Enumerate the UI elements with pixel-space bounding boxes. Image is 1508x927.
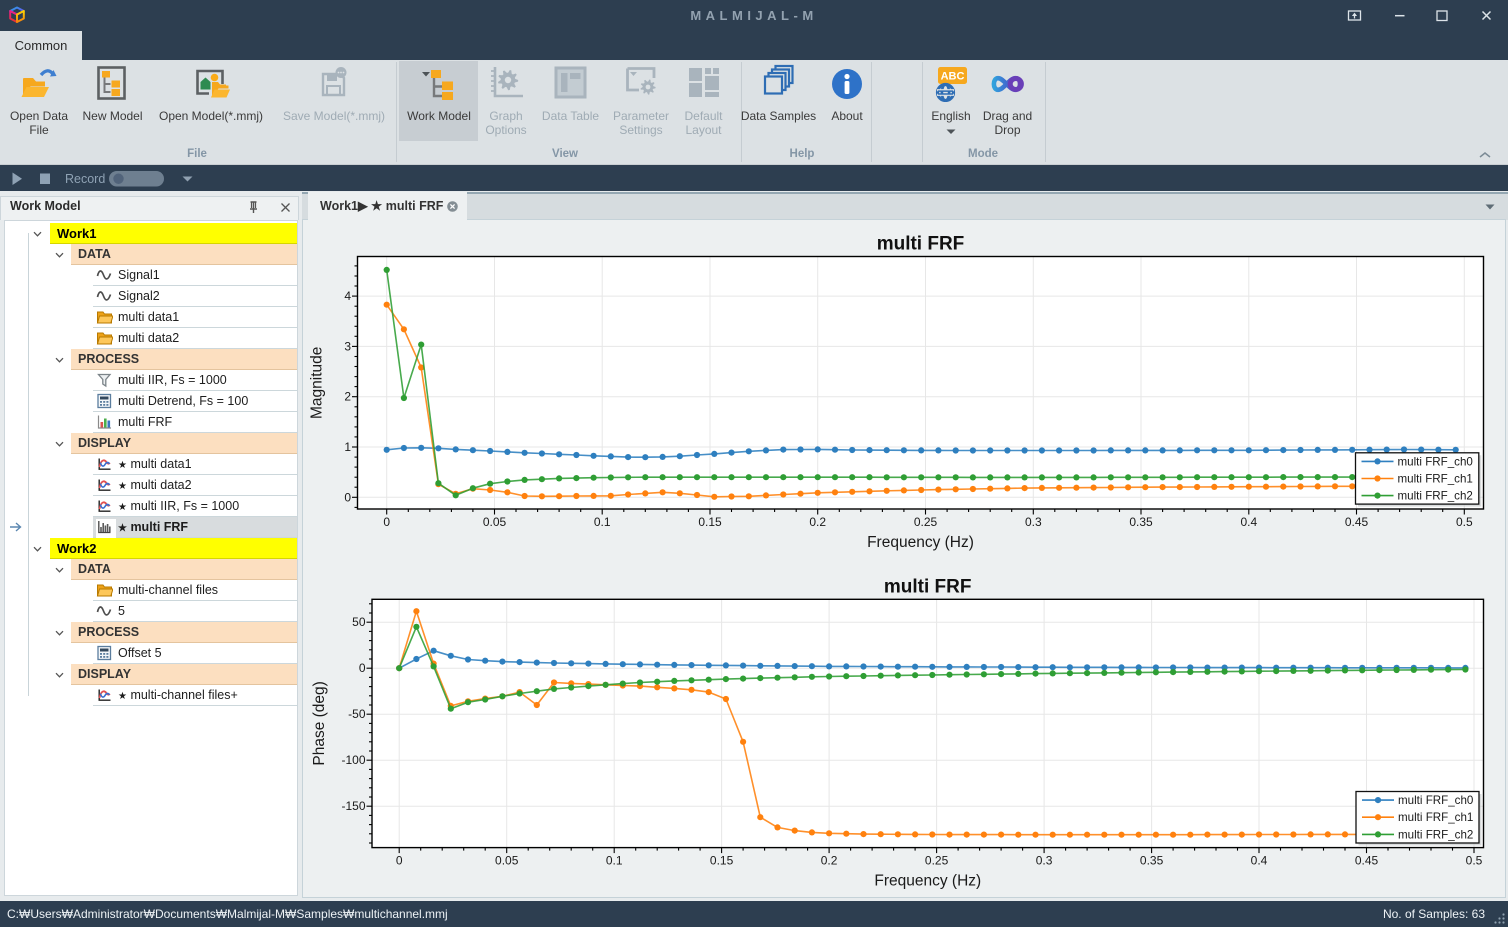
svg-text:multi FRF_ch2: multi FRF_ch2 xyxy=(1398,490,1473,503)
svg-text:3: 3 xyxy=(344,339,351,353)
svg-text:0.05: 0.05 xyxy=(495,854,519,868)
svg-text:0: 0 xyxy=(344,490,351,504)
svg-text:2: 2 xyxy=(344,390,351,404)
svg-text:0.35: 0.35 xyxy=(1140,854,1164,868)
svg-text:multi FRF: multi FRF xyxy=(877,234,965,255)
svg-text:0.2: 0.2 xyxy=(809,515,826,529)
svg-text:0.4: 0.4 xyxy=(1251,854,1268,868)
svg-text:multi FRF_ch1: multi FRF_ch1 xyxy=(1398,811,1473,824)
svg-text:0.15: 0.15 xyxy=(698,515,722,529)
svg-text:multi FRF_ch2: multi FRF_ch2 xyxy=(1398,828,1473,841)
svg-text:Phase (deg): Phase (deg) xyxy=(311,681,328,765)
svg-text:0.15: 0.15 xyxy=(710,854,734,868)
svg-text:0.05: 0.05 xyxy=(483,515,507,529)
svg-text:multi FRF_ch0: multi FRF_ch0 xyxy=(1398,794,1473,807)
svg-text:0.45: 0.45 xyxy=(1355,854,1379,868)
svg-text:Frequency (Hz): Frequency (Hz) xyxy=(874,873,981,890)
svg-text:0.1: 0.1 xyxy=(606,854,623,868)
svg-text:0.25: 0.25 xyxy=(914,515,938,529)
svg-text:0.3: 0.3 xyxy=(1036,854,1053,868)
svg-text:0.5: 0.5 xyxy=(1466,854,1483,868)
svg-text:0.45: 0.45 xyxy=(1345,515,1369,529)
svg-text:-100: -100 xyxy=(341,753,365,767)
svg-text:Magnitude: Magnitude xyxy=(309,347,326,419)
svg-text:0: 0 xyxy=(359,661,366,675)
svg-text:-50: -50 xyxy=(348,707,366,721)
svg-text:ABC: ABC xyxy=(941,71,965,83)
svg-text:0.5: 0.5 xyxy=(1456,515,1473,529)
svg-text:0.4: 0.4 xyxy=(1240,515,1257,529)
svg-text:0.25: 0.25 xyxy=(925,854,949,868)
svg-text:50: 50 xyxy=(352,615,366,629)
svg-text:multi FRF_ch1: multi FRF_ch1 xyxy=(1398,473,1473,486)
svg-text:0.1: 0.1 xyxy=(594,515,611,529)
svg-text:multi FRF_ch0: multi FRF_ch0 xyxy=(1398,455,1473,468)
svg-text:0: 0 xyxy=(396,854,403,868)
svg-text:Record: Record xyxy=(65,172,105,186)
svg-text:Frequency (Hz): Frequency (Hz) xyxy=(867,534,974,551)
svg-text:-150: -150 xyxy=(341,799,365,813)
svg-text:4: 4 xyxy=(344,289,351,303)
svg-text:0.35: 0.35 xyxy=(1129,515,1153,529)
svg-text:multi FRF: multi FRF xyxy=(884,576,972,597)
svg-text:1: 1 xyxy=(344,440,351,454)
svg-text:0.2: 0.2 xyxy=(821,854,838,868)
svg-text:0.3: 0.3 xyxy=(1025,515,1042,529)
svg-text:0: 0 xyxy=(383,515,390,529)
